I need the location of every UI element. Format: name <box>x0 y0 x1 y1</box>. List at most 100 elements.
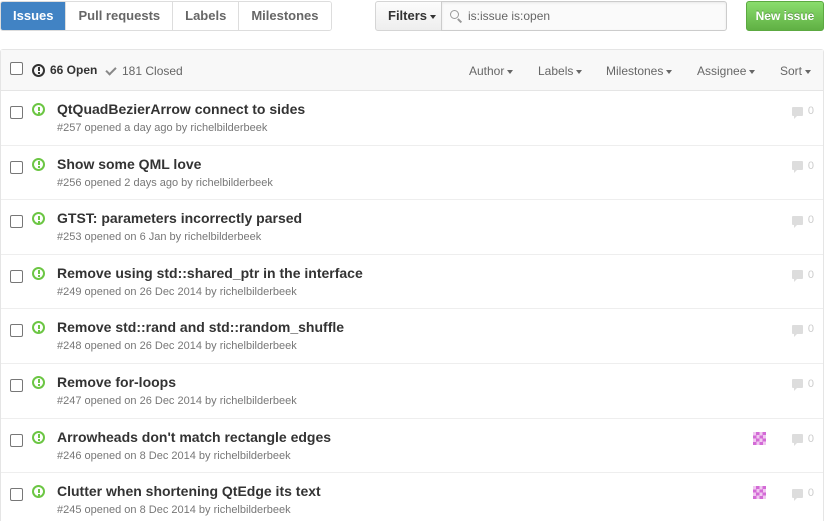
issue-opened-icon <box>32 430 45 444</box>
issue-title-link[interactable]: Remove using std::shared_ptr in the inte… <box>57 265 363 281</box>
comment-count: 0 <box>807 105 814 117</box>
issue-author-link[interactable]: richelbilderbeek <box>214 504 291 516</box>
issue-meta: #256 opened 2 days ago by richelbilderbe… <box>57 177 273 189</box>
issue-checkbox[interactable] <box>10 324 23 338</box>
issue-meta: #247 opened on 26 Dec 2014 by richelbild… <box>57 395 297 407</box>
labels-menu[interactable]: Labels <box>538 64 583 78</box>
issue-opened-icon <box>32 266 45 280</box>
search-box <box>441 1 727 31</box>
issue-author-link[interactable]: richelbilderbeek <box>220 286 297 298</box>
comment-icon <box>791 488 803 501</box>
comment-icon <box>791 434 803 447</box>
chevron-down-icon <box>749 69 756 74</box>
issue-meta-text: #246 opened on 8 Dec 2014 by <box>57 449 211 462</box>
issue-title-link[interactable]: Remove std::rand and std::random_shuffle <box>57 319 344 335</box>
search-input[interactable] <box>468 9 718 23</box>
issue-opened-icon <box>32 212 45 226</box>
comment-icon <box>791 379 803 392</box>
issue-author-link[interactable]: richelbilderbeek <box>220 340 297 352</box>
issue-row: Show some QML love #256 opened 2 days ago… <box>1 146 823 201</box>
issue-row: Arrowheads don't match rectangle edges #2… <box>1 419 823 474</box>
subnav-pull-requests[interactable]: Pull requests <box>65 2 173 30</box>
open-issues-filter[interactable]: 66 Open <box>32 63 97 77</box>
select-all-checkbox[interactable] <box>10 62 23 75</box>
issue-meta: #249 opened on 26 Dec 2014 by richelbild… <box>57 286 297 298</box>
comments-link[interactable]: 0 <box>791 433 814 447</box>
comment-count: 0 <box>807 268 814 281</box>
sort-menu-label: Sort <box>780 64 803 78</box>
issue-row: Remove for-loops #247 opened on 26 Dec 20… <box>1 364 823 419</box>
issue-author-link[interactable]: richelbilderbeek <box>214 450 291 462</box>
new-issue-button[interactable]: New issue <box>746 1 824 31</box>
issues-list: 66 Open 181 Closed Author Labels Milesto… <box>0 49 824 521</box>
subnav: Issues Pull requests Labels Milestones <box>0 1 332 31</box>
issue-meta-text: #256 opened 2 days ago by <box>57 176 193 189</box>
issue-title-link[interactable]: Remove for-loops <box>57 374 176 390</box>
filters-button[interactable]: Filters <box>375 1 442 31</box>
issue-title-link[interactable]: QtQuadBezierArrow connect to sides <box>57 101 305 117</box>
issue-title-link[interactable]: Clutter when shortening QtEdge its text <box>57 483 321 499</box>
issue-meta-text: #253 opened on 6 Jan by <box>57 231 182 244</box>
subnav-milestones[interactable]: Milestones <box>238 2 331 30</box>
issue-checkbox[interactable] <box>10 269 23 283</box>
issue-checkbox[interactable] <box>10 433 23 447</box>
issue-meta: #248 opened on 26 Dec 2014 by richelbild… <box>57 340 297 352</box>
comments-link[interactable]: 0 <box>791 159 814 174</box>
comment-icon <box>791 161 803 174</box>
issue-meta: #245 opened on 8 Dec 2014 by richelbilde… <box>57 504 291 516</box>
assignee-menu-label: Assignee <box>697 64 747 78</box>
issue-checkbox[interactable] <box>10 378 23 392</box>
assignee-menu[interactable]: Assignee <box>697 64 756 78</box>
issue-meta-text: #249 opened on 26 Dec 2014 by <box>57 285 217 298</box>
subnav-issues[interactable]: Issues <box>1 2 66 30</box>
issue-row: GTST: parameters incorrectly parsed #253 … <box>1 200 823 255</box>
issue-row: QtQuadBezierArrow connect to sides #257 o… <box>1 91 823 146</box>
subnav-labels[interactable]: Labels <box>172 2 239 30</box>
comment-icon <box>791 106 803 119</box>
issue-opened-icon <box>32 103 45 116</box>
filters-label: Filters <box>388 8 428 23</box>
issue-opened-icon <box>32 63 45 77</box>
comments-link[interactable]: 0 <box>791 323 814 337</box>
issue-row: Remove using std::shared_ptr in the inte… <box>1 255 823 310</box>
comments-link[interactable]: 0 <box>791 214 814 228</box>
issue-checkbox[interactable] <box>10 106 23 119</box>
closed-count-label: 181 Closed <box>122 64 183 78</box>
issue-meta: #253 opened on 6 Jan by richelbilderbeek <box>57 231 261 243</box>
issue-title-link[interactable]: Arrowheads don't match rectangle edges <box>57 429 331 445</box>
author-menu-label: Author <box>469 64 505 78</box>
comment-count: 0 <box>807 214 814 227</box>
issue-author-link[interactable]: richelbilderbeek <box>184 231 261 243</box>
top-bar: Issues Pull requests Labels Milestones F… <box>0 0 824 40</box>
closed-issues-filter[interactable]: 181 Closed <box>105 63 183 78</box>
issue-opened-icon <box>32 157 45 171</box>
comment-icon <box>791 215 803 228</box>
comment-count: 0 <box>807 159 814 172</box>
issue-author-link[interactable]: richelbilderbeek <box>196 177 273 189</box>
comments-link[interactable]: 0 <box>791 487 814 501</box>
issue-opened-icon <box>32 375 45 389</box>
author-menu[interactable]: Author <box>469 64 514 78</box>
search-icon <box>442 2 468 30</box>
assignee-avatar[interactable] <box>753 486 766 500</box>
issue-title-link[interactable]: GTST: parameters incorrectly parsed <box>57 210 302 226</box>
check-icon <box>105 63 117 76</box>
issue-checkbox[interactable] <box>10 160 23 174</box>
issue-meta-text: #257 opened a day ago by <box>57 122 188 134</box>
chevron-down-icon <box>666 69 673 74</box>
issue-author-link[interactable]: richelbilderbeek <box>190 122 267 134</box>
comments-link[interactable]: 0 <box>791 268 814 283</box>
issue-row: Clutter when shortening QtEdge its text #… <box>1 473 823 521</box>
issue-checkbox[interactable] <box>10 215 23 229</box>
comments-link[interactable]: 0 <box>791 105 814 119</box>
sort-menu[interactable]: Sort <box>780 64 812 78</box>
chevron-down-icon <box>576 69 583 74</box>
milestones-menu[interactable]: Milestones <box>606 64 673 78</box>
issue-checkbox[interactable] <box>10 488 23 502</box>
assignee-avatar[interactable] <box>753 431 766 445</box>
chevron-down-icon <box>430 14 437 19</box>
issue-title-link[interactable]: Show some QML love <box>57 156 201 172</box>
comments-link[interactable]: 0 <box>791 378 814 392</box>
issue-author-link[interactable]: richelbilderbeek <box>220 395 297 407</box>
open-count-label: 66 Open <box>50 63 98 77</box>
